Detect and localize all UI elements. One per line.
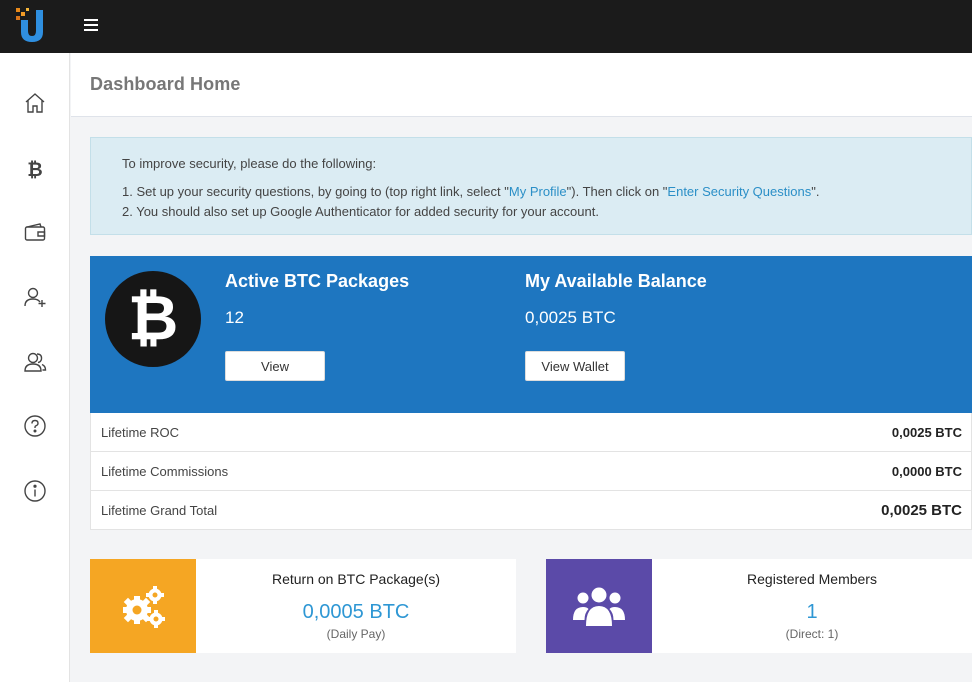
bitcoin-icon: ₿ (27, 159, 42, 181)
stat-label: Lifetime ROC (101, 425, 180, 440)
members-card-subtitle: (Direct: 1) (785, 627, 839, 641)
wallet-icon (24, 223, 46, 241)
members-card-title: Registered Members (747, 571, 877, 587)
help-icon (24, 415, 46, 437)
security-questions-link[interactable]: Enter Security Questions (667, 184, 811, 199)
bitcoin-logo-icon: ₿ (105, 271, 201, 367)
sidebar-item-info[interactable] (0, 471, 70, 511)
stat-label: Lifetime Grand Total (101, 503, 218, 518)
members-card-value: 1 (806, 601, 818, 623)
active-packages-value: 12 (225, 308, 244, 327)
members-card: Registered Members 1 (Direct: 1) (546, 559, 972, 653)
roi-card-subtitle: (Daily Pay) (326, 627, 386, 641)
info-icon (24, 480, 46, 502)
active-packages-title: Active BTC Packages (225, 271, 410, 291)
page-header: Dashboard Home (71, 53, 972, 117)
sidebar-item-wallet[interactable] (0, 213, 70, 253)
security-alert: To improve security, please do the follo… (90, 137, 972, 235)
my-profile-link[interactable]: My Profile (509, 184, 567, 199)
available-balance-value: 0,0025 BTC (525, 308, 616, 327)
users-icon (24, 352, 47, 372)
sidebar: ₿ (0, 53, 70, 682)
view-wallet-button[interactable]: View Wallet (525, 351, 625, 381)
stat-row: Lifetime Grand Total 0,0025 BTC (91, 491, 972, 530)
gears-icon (90, 559, 196, 653)
main-content: Dashboard Home To improve security, plea… (71, 53, 972, 682)
users-group-icon (546, 559, 652, 653)
stat-row: Lifetime ROC 0,0025 BTC (91, 413, 972, 452)
sidebar-item-add-user[interactable] (0, 277, 70, 317)
sidebar-item-home[interactable] (0, 83, 70, 123)
stat-label: Lifetime Commissions (101, 464, 229, 479)
lifetime-stats: Lifetime ROC 0,0025 BTC Lifetime Commiss… (90, 413, 972, 530)
view-button[interactable]: View (225, 351, 325, 381)
page-title: Dashboard Home (90, 74, 241, 94)
sidebar-item-bitcoin[interactable]: ₿ (0, 149, 70, 189)
available-balance-title: My Available Balance (525, 271, 707, 291)
add-user-icon (24, 287, 46, 307)
roi-card-title: Return on BTC Package(s) (271, 571, 441, 587)
roi-card: Return on BTC Package(s) 0,0005 BTC (Dai… (90, 559, 516, 653)
stat-value: 0,0025 BTC (891, 425, 962, 440)
top-bar (0, 0, 972, 53)
stat-value: 0,0025 BTC (881, 502, 962, 519)
stat-value: 0,0000 BTC (891, 464, 962, 479)
alert-line-2: 2. You should also set up Google Authent… (122, 204, 599, 219)
hamburger-icon[interactable] (84, 19, 98, 31)
alert-intro: To improve security, please do the follo… (122, 156, 377, 171)
alert-line-1: 1. Set up your security questions, by go… (122, 184, 820, 199)
btc-panel: ₿ Active BTC Packages 12 View My Availab… (90, 256, 972, 413)
sidebar-item-users[interactable] (0, 342, 70, 382)
svg-text:₿: ₿ (27, 159, 42, 181)
roi-card-value: 0,0005 BTC (302, 601, 410, 623)
stat-row: Lifetime Commissions 0,0000 BTC (91, 452, 972, 491)
u-logo-icon[interactable] (12, 6, 52, 46)
home-icon (25, 93, 45, 113)
sidebar-item-help[interactable] (0, 406, 70, 446)
